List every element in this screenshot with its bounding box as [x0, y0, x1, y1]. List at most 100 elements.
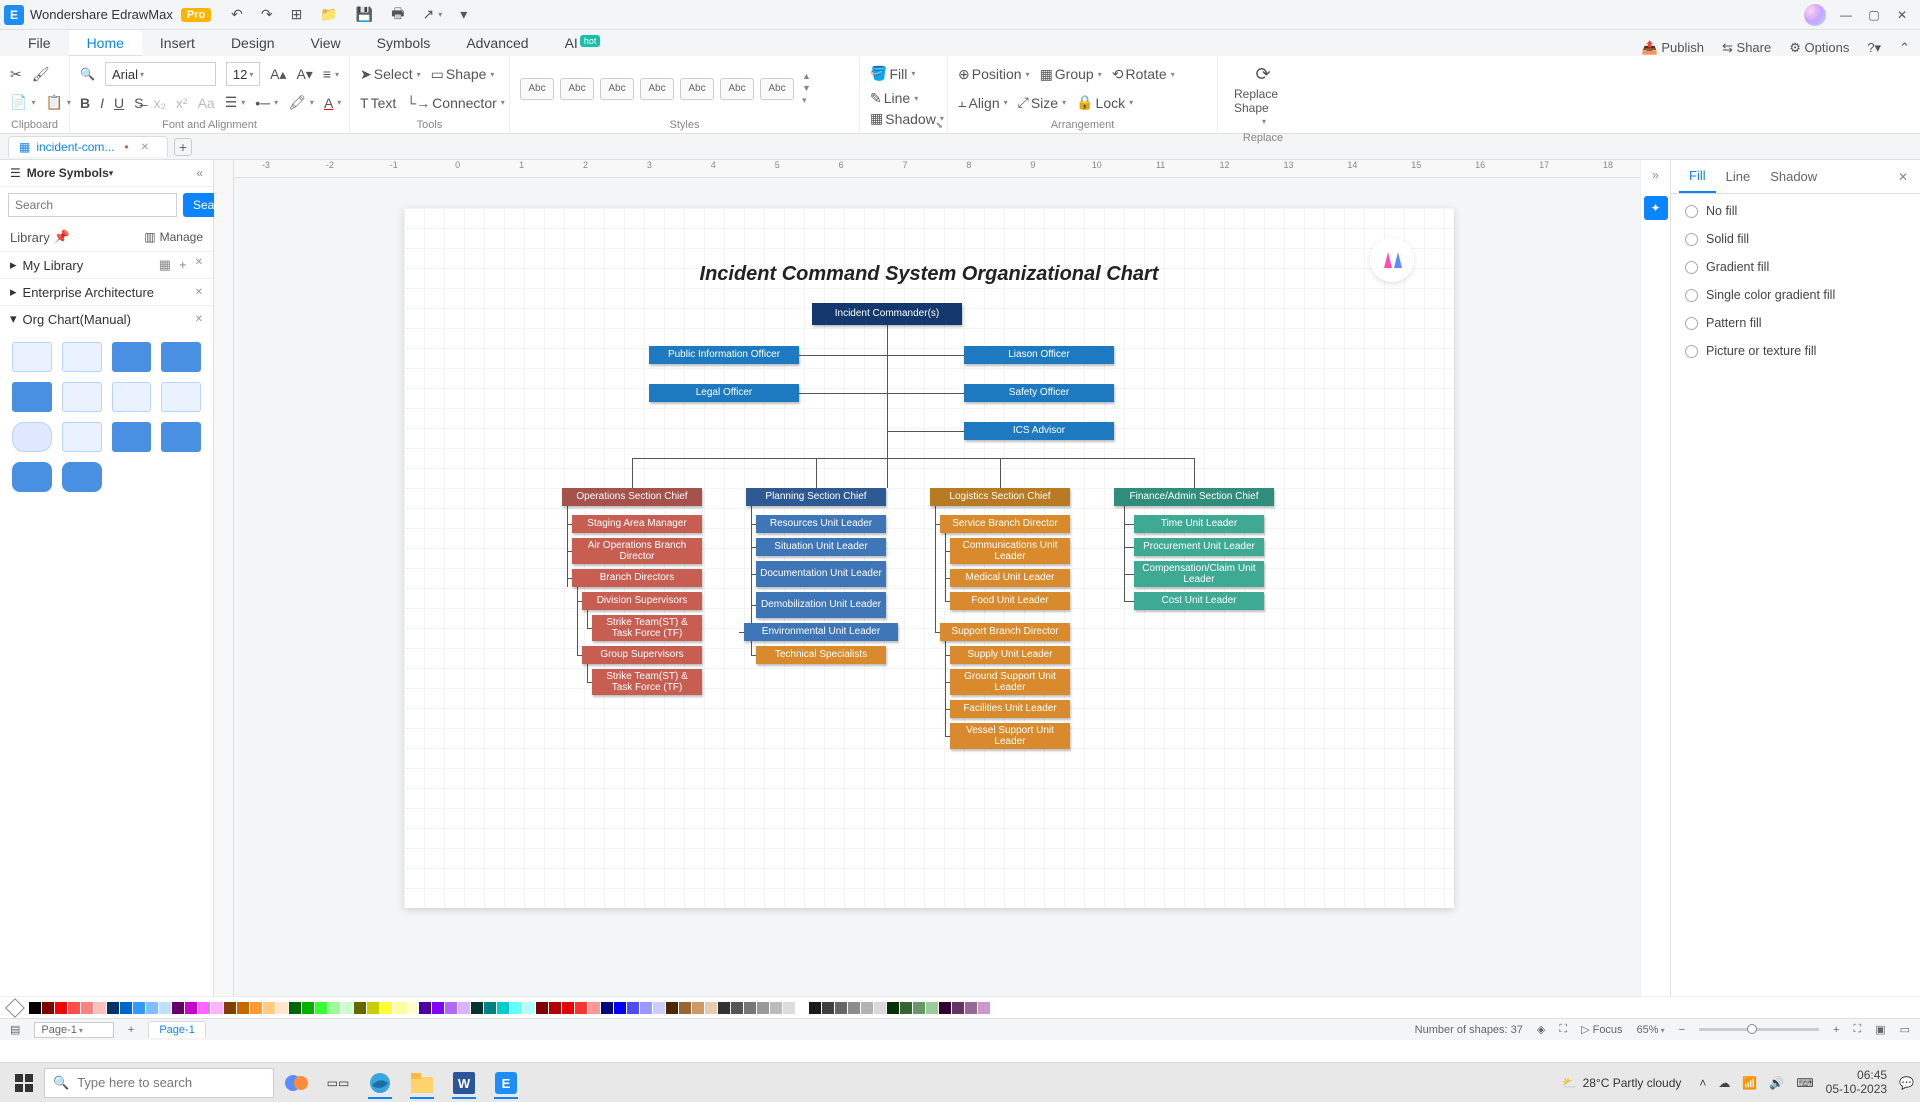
color-swatch[interactable] — [770, 1002, 782, 1014]
connector[interactable] — [1194, 458, 1195, 488]
org-node[interactable]: Group Supervisors — [582, 646, 702, 664]
color-swatch[interactable] — [640, 1002, 652, 1014]
fill-btn[interactable]: 🪣 Fill — [870, 65, 915, 82]
color-swatch[interactable] — [874, 1002, 886, 1014]
color-swatch[interactable] — [783, 1002, 795, 1014]
connector[interactable] — [1124, 506, 1125, 601]
connector[interactable] — [945, 533, 946, 601]
doc-tab-active[interactable]: ▦ incident-com... • ✕ — [8, 136, 168, 157]
org-node[interactable]: Resources Unit Leader — [756, 515, 886, 533]
font-size-select[interactable]: 12 — [226, 62, 260, 86]
color-swatch[interactable] — [445, 1002, 457, 1014]
new-icon[interactable]: ⊞ — [291, 6, 303, 23]
menu-ai[interactable]: AIhot — [547, 30, 619, 56]
color-swatch[interactable] — [341, 1002, 353, 1014]
maximize-icon[interactable]: ▢ — [1868, 8, 1880, 22]
org-node[interactable]: Vessel Support Unit Leader — [950, 723, 1070, 749]
sub-icon[interactable]: x₂ — [153, 95, 165, 111]
tb-edge-icon[interactable] — [360, 1067, 400, 1099]
org-node[interactable]: Finance/Admin Section Chief — [1114, 488, 1274, 506]
menu-symbols[interactable]: Symbols — [359, 30, 449, 56]
org-node[interactable]: Procurement Unit Leader — [1134, 538, 1264, 556]
color-swatch[interactable] — [523, 1002, 535, 1014]
lib-edit-icon[interactable]: ▦ — [159, 257, 171, 273]
color-swatch[interactable] — [159, 1002, 171, 1014]
color-swatch[interactable] — [666, 1002, 678, 1014]
menu-insert[interactable]: Insert — [142, 30, 213, 56]
collapse-panel-icon[interactable]: « — [196, 166, 203, 180]
export-icon[interactable]: ↗ — [422, 6, 442, 23]
lock-btn[interactable]: 🔒 Lock — [1076, 94, 1133, 111]
style-preset[interactable]: Abc — [760, 78, 794, 100]
org-node[interactable]: Time Unit Leader — [1134, 515, 1264, 533]
color-swatch[interactable] — [718, 1002, 730, 1014]
org-node[interactable]: Food Unit Leader — [950, 592, 1070, 610]
collapse-ribbon-icon[interactable]: ⌃ — [1899, 40, 1910, 56]
format-tool-icon[interactable]: ✦ — [1644, 196, 1668, 220]
org-node[interactable]: Safety Officer — [964, 384, 1114, 402]
connector[interactable] — [887, 325, 888, 488]
tb-taskview-icon[interactable]: ▭▭ — [318, 1067, 358, 1099]
org-node[interactable]: Operations Section Chief — [562, 488, 702, 506]
fill-option[interactable]: Single color gradient fill — [1685, 288, 1906, 302]
undo-icon[interactable]: ↶ — [231, 6, 243, 23]
connector[interactable] — [799, 355, 964, 356]
zoom-out-icon[interactable]: − — [1679, 1024, 1685, 1036]
color-swatch[interactable] — [848, 1002, 860, 1014]
color-swatch[interactable] — [809, 1002, 821, 1014]
color-swatch[interactable] — [588, 1002, 600, 1014]
shape-tool[interactable]: ▭ Shape — [431, 66, 495, 83]
style-preset[interactable]: Abc — [520, 78, 554, 100]
color-swatch[interactable] — [536, 1002, 548, 1014]
page-selector[interactable]: Page-1 — [34, 1022, 114, 1038]
fill-option[interactable]: Pattern fill — [1685, 316, 1906, 330]
color-swatch[interactable] — [133, 1002, 145, 1014]
qat-more-icon[interactable]: ▾ — [460, 6, 467, 23]
print-icon[interactable]: 🖶 — [391, 3, 404, 27]
group-btn[interactable]: ▦ Group — [1040, 66, 1102, 83]
tray-wifi-icon[interactable]: 📶 — [1742, 1076, 1757, 1090]
shape-item[interactable] — [112, 342, 152, 372]
org-node[interactable]: Planning Section Chief — [746, 488, 886, 506]
color-swatch[interactable] — [913, 1002, 925, 1014]
redo-icon[interactable]: ↷ — [261, 6, 273, 23]
size-btn[interactable]: ⤢ Size — [1018, 94, 1066, 111]
connector-tool[interactable]: └→ Connector — [406, 95, 505, 111]
lib-my-library[interactable]: ▸ My Library ▦+✕ — [0, 251, 213, 278]
share-button[interactable]: ⇆ Share — [1722, 40, 1771, 56]
panel-menu-icon[interactable]: ☰ — [10, 166, 21, 180]
shape-item[interactable] — [12, 342, 52, 372]
color-swatch[interactable] — [497, 1002, 509, 1014]
tb-edrawmax-icon[interactable]: E — [486, 1067, 526, 1099]
shape-item[interactable] — [161, 422, 201, 452]
color-swatch[interactable] — [744, 1002, 756, 1014]
menu-design[interactable]: Design — [213, 30, 293, 56]
fit-icon[interactable]: ⛶ — [1559, 1023, 1567, 1036]
expand-panel-icon[interactable]: » — [1652, 160, 1659, 190]
color-swatch[interactable] — [432, 1002, 444, 1014]
color-swatch[interactable] — [692, 1002, 704, 1014]
color-swatch[interactable] — [614, 1002, 626, 1014]
close-panel-icon[interactable]: ✕ — [1894, 166, 1912, 188]
zoom-value[interactable]: 65% — [1637, 1024, 1665, 1036]
connector[interactable] — [799, 393, 964, 394]
color-swatch[interactable] — [198, 1002, 210, 1014]
color-swatch[interactable] — [900, 1002, 912, 1014]
gallery-up-icon[interactable]: ▲ — [802, 71, 811, 81]
manage-button[interactable]: ▥ Manage — [144, 230, 203, 244]
org-node[interactable]: Facilities Unit Leader — [950, 700, 1070, 718]
zoom-in-icon[interactable]: + — [1833, 1024, 1839, 1036]
color-swatch[interactable] — [978, 1002, 990, 1014]
connector[interactable] — [632, 458, 633, 488]
org-node[interactable]: Staging Area Manager — [572, 515, 702, 533]
ai-assistant-icon[interactable] — [1370, 238, 1414, 282]
org-node[interactable]: Demobilization Unit Leader — [756, 592, 886, 618]
org-node[interactable]: Communications Unit Leader — [950, 538, 1070, 564]
options-button[interactable]: ⚙ Options — [1789, 40, 1849, 56]
shadow-btn[interactable]: ▦ Shadow — [870, 110, 944, 127]
increase-font-icon[interactable]: A▴ — [270, 66, 286, 83]
layers-icon[interactable]: ◈ — [1537, 1023, 1545, 1036]
color-swatch[interactable] — [302, 1002, 314, 1014]
menu-home[interactable]: Home — [69, 30, 142, 56]
color-swatch[interactable] — [484, 1002, 496, 1014]
